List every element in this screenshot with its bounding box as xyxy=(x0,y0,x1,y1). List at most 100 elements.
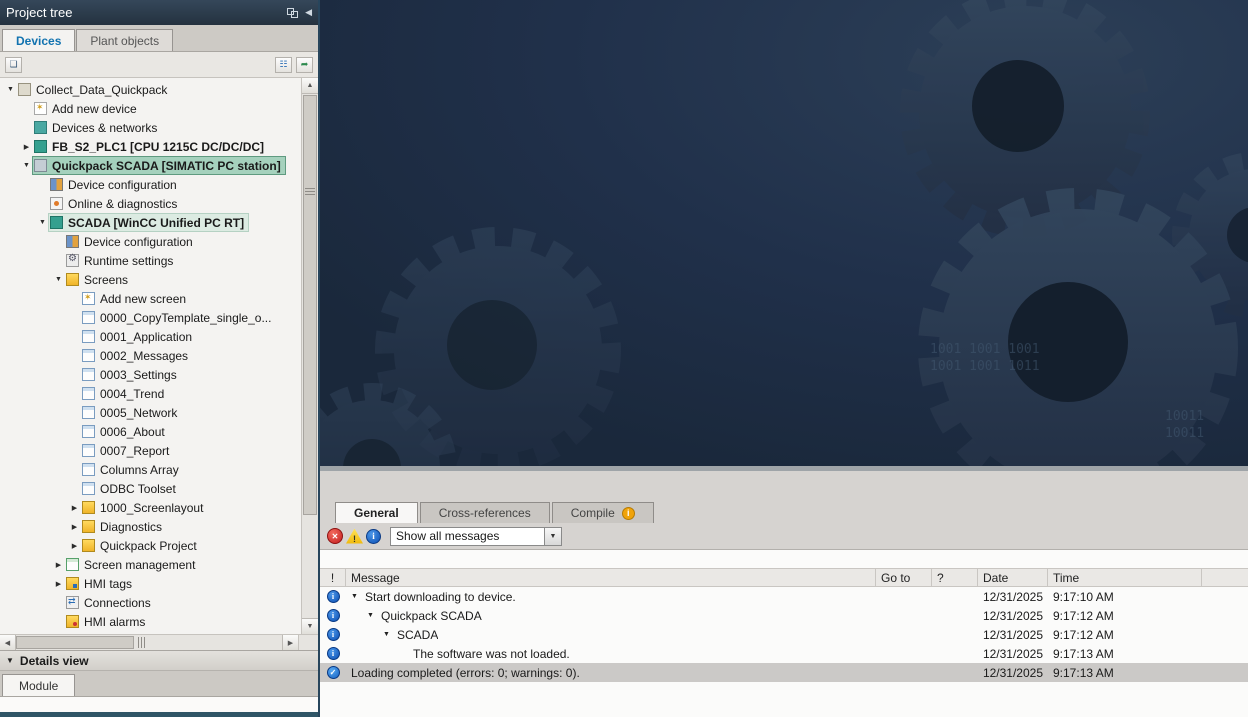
tree-item[interactable]: Quickpack Project xyxy=(0,536,301,555)
column-header-time[interactable]: Time xyxy=(1048,569,1202,586)
tree-item[interactable]: Device configuration xyxy=(0,175,301,194)
expand-arrow-icon[interactable] xyxy=(20,143,33,151)
scroll-up-icon[interactable]: ▲ xyxy=(302,78,318,94)
horizontal-scrollbar[interactable]: ◀ ▶ xyxy=(0,634,318,650)
screen-icon xyxy=(82,463,95,476)
column-header-date[interactable]: Date xyxy=(978,569,1048,586)
scroll-down-icon[interactable]: ▼ xyxy=(302,618,318,634)
expand-arrow-icon[interactable] xyxy=(20,162,33,169)
tree-item[interactable]: ODBC Toolset xyxy=(0,479,301,498)
tree-item[interactable]: Screens xyxy=(0,270,301,289)
expand-arrow-icon[interactable] xyxy=(68,542,81,550)
column-header-goto[interactable]: Go to xyxy=(876,569,932,586)
message-filter-dropdown[interactable]: Show all messages ▼ xyxy=(390,527,562,546)
tree-item[interactable]: 0007_Report xyxy=(0,441,301,460)
screen-icon xyxy=(82,311,95,324)
tree-item[interactable]: Device configuration xyxy=(0,232,301,251)
tree-item[interactable]: SCADA [WinCC Unified PC RT] xyxy=(0,213,301,232)
tree-item-label: 0005_Network xyxy=(100,406,177,420)
tree-item-label: 0006_About xyxy=(100,425,165,439)
message-row[interactable]: Quickpack SCADA 12/31/2025 9:17:12 AM xyxy=(320,606,1248,625)
tree-item[interactable]: HMI alarms xyxy=(0,612,301,631)
expand-arrow-icon[interactable] xyxy=(68,504,81,512)
tree-item-label: Add new device xyxy=(52,102,137,116)
folder-icon xyxy=(82,501,95,514)
collapse-details-icon[interactable]: ▼ xyxy=(6,656,14,665)
list-view-icon[interactable]: ☷ xyxy=(275,57,292,73)
tree-item[interactable]: 0002_Messages xyxy=(0,346,301,365)
tab-devices[interactable]: Devices xyxy=(2,29,75,51)
expand-arrow-icon[interactable] xyxy=(367,612,381,619)
tree-item-label: Add new screen xyxy=(100,292,186,306)
tree-item[interactable]: Runtime settings xyxy=(0,251,301,270)
tree-item[interactable]: Add new screen xyxy=(0,289,301,308)
tree-item[interactable]: HMI tags xyxy=(0,574,301,593)
column-header-status[interactable]: ! xyxy=(320,569,346,586)
info-filter-icon[interactable]: i xyxy=(366,529,381,544)
message-row[interactable]: Start downloading to device. 12/31/2025 … xyxy=(320,587,1248,606)
scrollbar-grip[interactable] xyxy=(305,186,315,197)
tree-item-label: Quickpack SCADA [SIMATIC PC station] xyxy=(52,159,281,173)
message-date: 12/31/2025 xyxy=(978,644,1048,663)
tree-item[interactable]: 0006_About xyxy=(0,422,301,441)
tree-item[interactable]: Columns Array xyxy=(0,460,301,479)
expand-arrow-icon[interactable] xyxy=(351,593,365,600)
tia-portal-window: Project tree ◀ Devices Plant objects ❏ ☷… xyxy=(0,0,1250,717)
error-filter-icon[interactable]: ✕ xyxy=(327,528,343,544)
tree-item[interactable]: Devices & networks xyxy=(0,118,301,137)
splitter-grip[interactable] xyxy=(138,637,145,648)
dropdown-arrow-icon[interactable]: ▼ xyxy=(544,528,561,545)
vertical-scrollbar-thumb[interactable] xyxy=(303,95,317,515)
tree-item[interactable]: FB_S2_PLC1 [CPU 1215C DC/DC/DC] xyxy=(0,137,301,156)
info-icon xyxy=(327,590,340,603)
column-header-message[interactable]: Message xyxy=(346,569,876,586)
tree-item[interactable]: Online & diagnostics xyxy=(0,194,301,213)
tree-item-label: 0007_Report xyxy=(100,444,169,458)
tree-item[interactable]: Screen management xyxy=(0,555,301,574)
message-row[interactable]: The software was not loaded. 12/31/2025 … xyxy=(320,644,1248,663)
scroll-left-icon[interactable]: ◀ xyxy=(0,635,16,650)
tab-cross-references[interactable]: Cross-references xyxy=(420,502,550,523)
new-item-icon[interactable]: ❏ xyxy=(5,57,22,73)
gears-graphic: 1001 1001 1001 1001 1001 1011 10011 1001… xyxy=(320,0,1248,466)
tree-item[interactable]: Collect_Data_Quickpack xyxy=(0,80,301,99)
expand-arrow-icon[interactable] xyxy=(36,219,49,226)
tree-item[interactable]: 1000_Screenlayout xyxy=(0,498,301,517)
collapse-panel-icon[interactable]: ◀ xyxy=(305,7,312,18)
tree-item[interactable]: Quickpack SCADA [SIMATIC PC station] xyxy=(0,156,301,175)
tree-item[interactable]: 0001_Application xyxy=(0,327,301,346)
expand-arrow-icon[interactable] xyxy=(4,86,17,93)
question-cell xyxy=(932,625,978,644)
vertical-scrollbar[interactable]: ▲ ▼ xyxy=(301,78,318,634)
message-text: Quickpack SCADA xyxy=(381,609,482,623)
tree-item[interactable]: Diagnostics xyxy=(0,517,301,536)
tab-module[interactable]: Module xyxy=(2,674,75,696)
tree-item-label: 0001_Application xyxy=(100,330,192,344)
tab-plant-objects[interactable]: Plant objects xyxy=(76,29,173,51)
message-row[interactable]: Loading completed (errors: 0; warnings: … xyxy=(320,663,1248,682)
tree-item[interactable]: 0005_Network xyxy=(0,403,301,422)
tree-item[interactable]: Add new device xyxy=(0,99,301,118)
question-cell xyxy=(932,644,978,663)
column-header-question[interactable]: ? xyxy=(932,569,978,586)
horizontal-scrollbar-thumb[interactable] xyxy=(16,636,134,649)
tab-compile[interactable]: Compile i xyxy=(552,502,654,523)
inspector-tabs: General Cross-references Compile i xyxy=(320,500,1248,523)
expand-view-icon[interactable]: ➦ xyxy=(296,57,313,73)
tree-item[interactable]: 0004_Trend xyxy=(0,384,301,403)
tree-item[interactable]: Connections xyxy=(0,593,301,612)
tree-item[interactable]: 0003_Settings xyxy=(0,365,301,384)
float-panels-icon[interactable] xyxy=(287,8,298,18)
tree-item[interactable]: 0000_CopyTemplate_single_o... xyxy=(0,308,301,327)
warning-filter-icon[interactable]: ! xyxy=(346,529,363,544)
expand-arrow-icon[interactable] xyxy=(383,631,397,638)
scroll-right-icon[interactable]: ▶ xyxy=(282,635,298,650)
tree-item-label: 0003_Settings xyxy=(100,368,177,382)
details-view-header[interactable]: ▼ Details view xyxy=(0,650,318,671)
tab-general[interactable]: General xyxy=(335,502,418,523)
expand-arrow-icon[interactable] xyxy=(52,276,65,283)
message-row[interactable]: SCADA 12/31/2025 9:17:12 AM xyxy=(320,625,1248,644)
expand-arrow-icon[interactable] xyxy=(68,523,81,531)
expand-arrow-icon[interactable] xyxy=(52,580,65,588)
expand-arrow-icon[interactable] xyxy=(52,561,65,569)
